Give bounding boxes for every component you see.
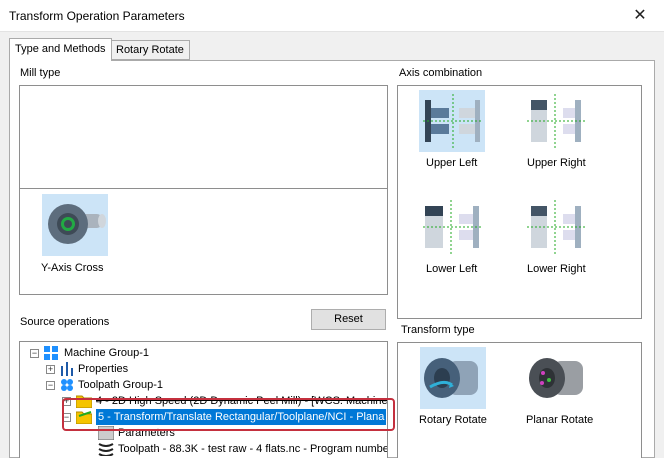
expand-icon[interactable]: + — [46, 365, 55, 374]
axis-option-lower-right[interactable]: Lower Right — [523, 196, 589, 275]
upper-right-caption: Upper Right — [527, 157, 586, 169]
source-operations-label: Source operations — [20, 316, 110, 328]
title-bar: Transform Operation Parameters ✕ — [0, 0, 664, 32]
upper-right-axis-icon — [527, 94, 585, 148]
machine-group-icon — [44, 346, 58, 360]
axis-option-upper-right[interactable]: Upper Right — [523, 90, 589, 169]
lower-right-caption: Lower Right — [527, 263, 586, 275]
planar-rotate-icon — [529, 358, 583, 398]
transform-option-rotary-rotate[interactable]: Rotary Rotate — [419, 347, 487, 426]
reset-button[interactable]: Reset — [311, 309, 386, 330]
y-axis-cross-icon — [48, 204, 106, 244]
rotary-rotate-caption: Rotary Rotate — [419, 414, 487, 426]
collapse-icon[interactable]: − — [46, 381, 55, 390]
mill-type-divider — [20, 188, 387, 189]
axis-combination-list[interactable]: Upper Left Upper Right Lower Left Lower … — [397, 85, 642, 319]
tree-item-label: Toolpath - 88.3K - test raw - 4 flats.nc… — [118, 443, 388, 455]
transform-option-planar-rotate[interactable]: Planar Rotate — [525, 347, 593, 426]
transform-type-list[interactable]: Rotary Rotate Planar Rotate — [397, 342, 642, 458]
properties-icon — [61, 362, 73, 376]
tree-item-label: Toolpath Group-1 — [78, 379, 163, 391]
upper-left-axis-icon — [423, 94, 481, 148]
toolpath-group-icon — [61, 379, 73, 391]
mill-type-caption: Y-Axis Cross — [41, 262, 104, 274]
close-button[interactable]: ✕ — [628, 5, 652, 27]
lower-left-caption: Lower Left — [426, 263, 478, 275]
mill-type-list[interactable]: Y-Axis Cross — [19, 85, 388, 295]
tab-rotary-rotate[interactable]: Rotary Rotate — [110, 40, 190, 60]
tree-item-label: Properties — [78, 363, 129, 375]
lower-right-axis-icon — [527, 200, 585, 254]
tree-item-label: Machine Group-1 — [64, 347, 149, 359]
upper-left-caption: Upper Left — [426, 157, 478, 169]
window-title: Transform Operation Parameters — [9, 9, 185, 23]
mill-type-label: Mill type — [20, 67, 61, 79]
mill-type-y-axis-cross[interactable]: Y-Axis Cross — [41, 194, 108, 274]
rotary-rotate-icon — [424, 358, 478, 398]
axis-option-upper-left[interactable]: Upper Left — [419, 90, 485, 169]
transform-type-label: Transform type — [401, 324, 475, 336]
annotation-highlight — [62, 398, 395, 431]
toolpath-icon — [98, 443, 114, 456]
lower-left-axis-icon — [423, 200, 481, 254]
axis-option-lower-left[interactable]: Lower Left — [419, 196, 485, 275]
axis-combination-label: Axis combination — [399, 67, 483, 79]
planar-rotate-caption: Planar Rotate — [526, 414, 594, 426]
collapse-icon[interactable]: − — [30, 349, 39, 358]
tab-type-and-methods[interactable]: Type and Methods — [9, 38, 112, 61]
